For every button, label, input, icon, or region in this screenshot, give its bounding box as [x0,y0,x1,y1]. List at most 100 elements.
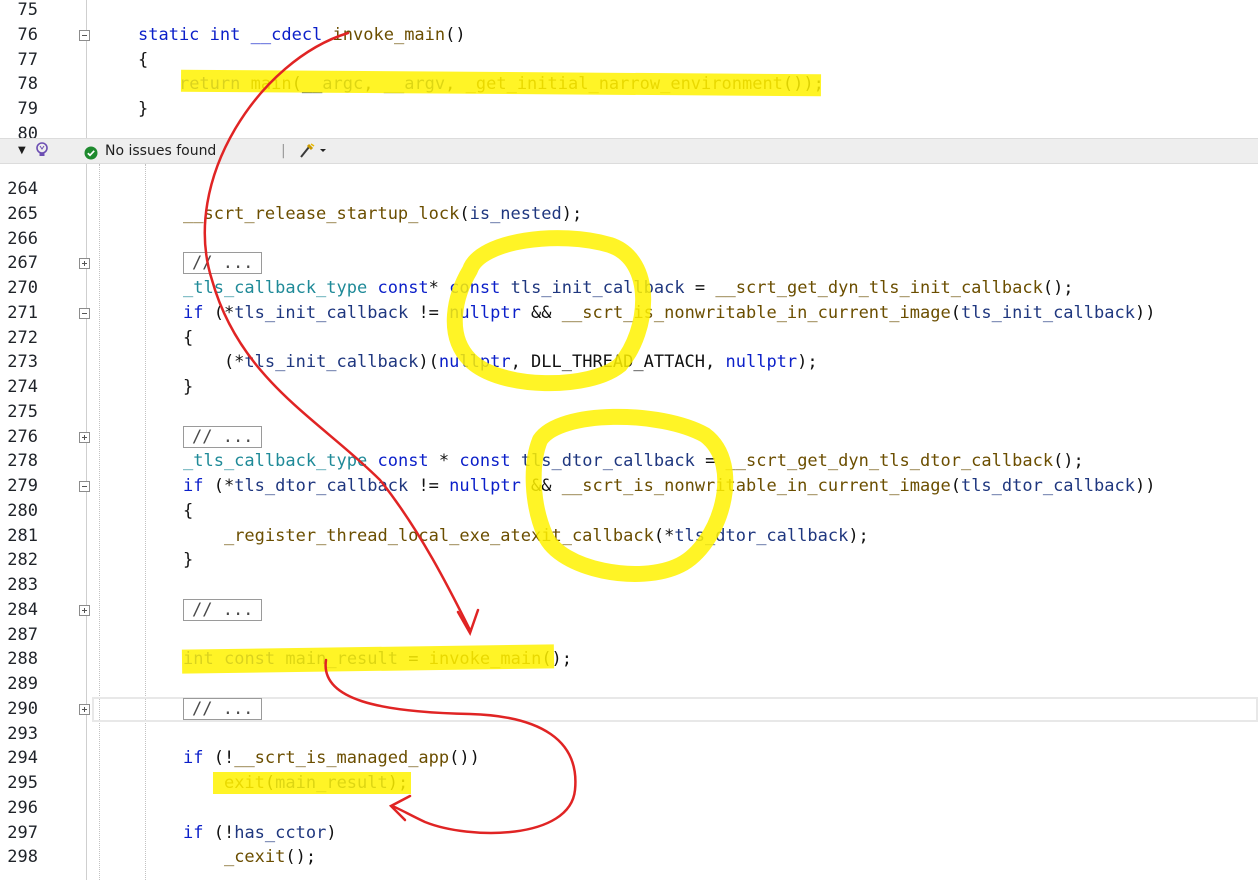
code-line[interactable]: 287 [0,623,1258,648]
code-token: , [445,74,466,95]
line-number: 267 [7,253,38,274]
expand-region-icon[interactable] [79,604,90,616]
code-line[interactable]: 79} [0,97,1258,122]
code-text[interactable]: _tls_callback_type const * const tls_dto… [183,449,1084,474]
expand-region-icon[interactable] [79,703,90,715]
lightbulb-icon[interactable] [34,141,50,165]
code-line[interactable]: 298 _cexit(); [0,845,1258,870]
code-line[interactable]: 278 _tls_callback_type const * const tls_… [0,449,1258,474]
issues-status-text[interactable]: No issues found [105,139,216,163]
code-line[interactable]: 272 { [0,326,1258,351]
code-text[interactable]: if (!has_cctor) [183,821,337,846]
collapse-region-icon[interactable] [79,481,90,492]
code-line[interactable]: 267 // ... [0,251,1258,276]
dropdown-arrow-icon[interactable]: ▼ [18,139,26,163]
code-line[interactable]: 275 [0,400,1258,425]
code-token: != [408,302,450,323]
code-line[interactable]: 288 int const main_result = invoke_main()… [0,647,1258,672]
code-token: (* [653,525,675,546]
code-text[interactable]: { [183,326,193,351]
code-line[interactable]: 284 // ... [0,598,1258,623]
code-line[interactable]: 273 (*tls_init_callback)(nullptr, DLL_TH… [0,350,1258,375]
collapse-region-icon[interactable] [79,307,90,319]
expand-region-icon[interactable] [79,431,90,443]
code-text[interactable]: { [183,499,193,524]
code-line[interactable]: 281 _register_thread_local_exe_atexit_ca… [0,524,1258,549]
editor-pane-bottom[interactable]: 264 265 __scrt_release_startup_lock(is_nes… [0,164,1258,880]
line-number: 80 [17,123,38,138]
code-token: != [408,476,450,496]
code-line[interactable]: 280 { [0,499,1258,524]
code-text[interactable]: _register_thread_local_exe_atexit_callba… [183,524,869,549]
code-text[interactable]: int const main_result = invoke_main(); [183,647,572,672]
code-token: { [138,49,149,70]
code-line[interactable]: 297 if (!has_cctor) [0,821,1258,846]
code-token: nullptr [449,476,521,496]
code-token: } [183,550,194,571]
code-line[interactable]: 75 [0,0,1258,23]
code-line[interactable]: 266 [0,227,1258,252]
code-token: () [445,24,466,45]
code-token: if [183,822,204,843]
expand-region-icon[interactable] [79,258,90,270]
line-number: 265 [7,203,38,224]
code-line[interactable]: 279 if (*tls_dtor_callback != nullptr && … [0,474,1258,499]
code-text[interactable]: static int __cdecl invoke_main() [138,23,466,48]
code-line[interactable]: 270 _tls_callback_type const* const tls_i… [0,276,1258,301]
collapse-region-icon[interactable] [79,29,90,41]
code-text[interactable]: } [183,375,193,400]
code-token: tls_init_callback [510,278,685,298]
code-line[interactable]: 80 [0,122,1258,138]
code-line[interactable]: 78 return main(__argc, __argv, _get_init… [0,72,1258,97]
collapsed-region[interactable]: // ... [183,697,263,720]
collapsed-region[interactable]: // ... [183,252,263,275]
code-line[interactable]: 271 if (*tls_init_callback != nullptr && … [0,301,1258,326]
code-text[interactable]: } [138,97,148,122]
code-cleanup-brush-icon[interactable] [298,142,328,166]
code-line[interactable]: 264 [0,177,1258,202]
code-token: nullptr [449,302,521,323]
code-line[interactable]: 77 { [0,48,1258,73]
code-text[interactable]: if (*tls_dtor_callback != nullptr && __s… [183,474,1155,499]
code-token: if [183,302,204,323]
code-token: _tls_callback_type [183,278,368,298]
line-number: 78 [17,74,38,95]
code-line[interactable]: 282} [0,548,1258,573]
code-line[interactable]: 276 // ... [0,425,1258,450]
code-line[interactable]: 295 exit(main_result); [0,771,1258,796]
code-text[interactable]: _cexit(); [183,845,316,870]
code-line[interactable]: 283 [0,573,1258,598]
code-text[interactable]: if (*tls_init_callback != nullptr && __s… [183,301,1155,326]
line-number: 293 [7,723,38,744]
code-text[interactable]: { [138,48,148,73]
code-line[interactable]: 274} [0,375,1258,400]
line-number: 289 [7,674,38,694]
code-line[interactable]: 293 [0,722,1258,747]
code-line[interactable]: 289 [0,672,1258,697]
code-text[interactable]: exit(main_result); [183,771,408,796]
code-text[interactable]: return main(__argc, __argv, _get_initial… [138,72,824,97]
code-line[interactable]: 290 // ... [0,696,1258,722]
collapsed-region[interactable]: // ... [183,425,263,448]
code-line[interactable]: 265 __scrt_release_startup_lock(is_nested… [0,202,1258,227]
code-text[interactable]: if (!__scrt_is_managed_app()) [183,746,480,771]
line-number: 284 [7,599,38,620]
code-line[interactable]: 296 [0,796,1258,821]
code-text[interactable]: } [183,548,193,573]
code-text[interactable]: __scrt_release_startup_lock(is_nested); [183,202,582,227]
code-text[interactable]: // ... [183,697,263,722]
code-text[interactable]: (*tls_init_callback)(nullptr, DLL_THREAD… [183,350,818,375]
code-token: (); [1053,451,1084,472]
editor-pane-top[interactable]: 75 76 static int __cdecl invoke_main() 77 {7… [0,0,1258,138]
code-line[interactable]: 76 static int __cdecl invoke_main() [0,23,1258,48]
code-line[interactable]: 294 if (!__scrt_is_managed_app()) [0,746,1258,771]
code-token: ()); [782,74,824,95]
collapsed-region[interactable]: // ... [183,598,263,621]
code-text[interactable]: // ... [183,425,263,450]
code-text[interactable]: // ... [183,251,263,276]
code-text[interactable]: _tls_callback_type const* const tls_init… [183,276,1074,301]
code-text[interactable]: // ... [183,598,263,623]
